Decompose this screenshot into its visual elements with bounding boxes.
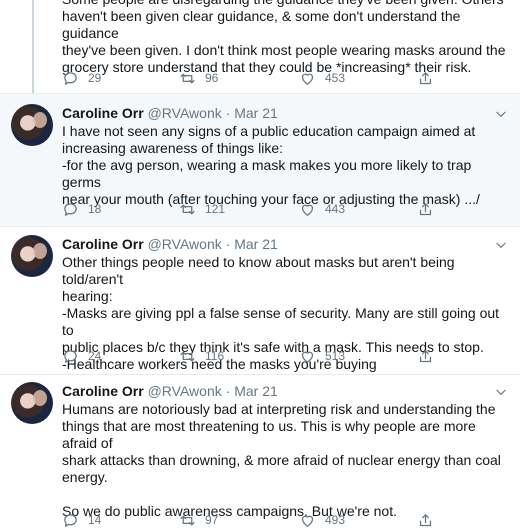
thread-line — [32, 0, 34, 93]
tweet[interactable]: Caroline Orr @RVAwonk · Mar 21 Humans ar… — [0, 375, 520, 527]
author-handle[interactable]: @RVAwonk — [148, 105, 222, 121]
tweet-actions: 29 96 453 — [62, 69, 502, 87]
reply-icon — [64, 349, 77, 363]
caret-down-icon[interactable] — [494, 107, 508, 121]
reply-count: 18 — [88, 202, 102, 216]
tweet-header: Caroline Orr @RVAwonk · Mar 21 — [62, 383, 278, 400]
share-icon — [419, 513, 432, 526]
reply-count: 29 — [88, 71, 102, 85]
like-count: 453 — [325, 71, 346, 85]
like-button[interactable]: 513 — [299, 347, 345, 365]
retweet-button[interactable]: 96 — [179, 69, 218, 87]
share-icon — [419, 202, 432, 215]
tweet[interactable]: Caroline Orr @RVAwonk · Mar 21 I have no… — [0, 94, 520, 226]
retweet-count: 116 — [205, 349, 225, 363]
avatar[interactable] — [11, 104, 53, 146]
like-icon — [301, 204, 314, 216]
author-handle[interactable]: @RVAwonk — [148, 236, 222, 252]
share-button[interactable] — [417, 511, 434, 529]
like-icon — [301, 351, 314, 363]
reply-button[interactable]: 24 — [62, 347, 101, 365]
tweet-actions: 18 121 443 — [62, 200, 502, 218]
reply-icon — [64, 513, 77, 527]
author-handle[interactable]: @RVAwonk — [148, 383, 222, 399]
share-button[interactable] — [417, 347, 434, 365]
like-button[interactable]: 443 — [299, 200, 345, 218]
caret-down-icon[interactable] — [494, 238, 508, 252]
share-icon — [419, 349, 432, 362]
retweet-icon — [180, 515, 195, 525]
reply-button[interactable]: 18 — [62, 200, 101, 218]
retweet-icon — [180, 351, 195, 361]
reply-count: 24 — [88, 349, 102, 363]
tweet-actions: 14 97 493 — [62, 511, 502, 529]
avatar[interactable] — [11, 235, 53, 277]
dot-separator: · — [225, 105, 231, 121]
like-icon — [301, 515, 314, 527]
retweet-button[interactable]: 97 — [179, 511, 218, 529]
avatar[interactable] — [11, 382, 53, 424]
retweet-button[interactable]: 116 — [179, 347, 224, 365]
tweet-header: Caroline Orr @RVAwonk · Mar 21 — [62, 105, 278, 122]
like-count: 493 — [325, 513, 346, 527]
reply-button[interactable]: 29 — [62, 69, 101, 87]
tweet[interactable]: Caroline Orr @RVAwonk · Mar 21 Other thi… — [0, 227, 520, 374]
retweet-count: 121 — [205, 202, 226, 216]
tweet-header: Caroline Orr @RVAwonk · Mar 21 — [62, 236, 278, 253]
share-button[interactable] — [417, 200, 434, 218]
dot-separator: · — [225, 383, 231, 399]
author-name[interactable]: Caroline Orr — [62, 236, 144, 252]
reply-icon — [64, 202, 77, 216]
tweet-date[interactable]: Mar 21 — [234, 383, 278, 399]
retweet-count: 96 — [205, 71, 219, 85]
tweet-date[interactable]: Mar 21 — [234, 105, 278, 121]
author-name[interactable]: Caroline Orr — [62, 383, 144, 399]
like-icon — [301, 73, 314, 85]
tweet-text: Humans are notoriously bad at interpreti… — [62, 401, 501, 519]
like-count: 443 — [325, 202, 346, 216]
tweet-date[interactable]: Mar 21 — [234, 236, 278, 252]
reply-button[interactable]: 14 — [62, 511, 101, 529]
retweet-button[interactable]: 121 — [179, 200, 225, 218]
dot-separator: · — [225, 236, 231, 252]
like-button[interactable]: 493 — [299, 511, 345, 529]
tweet[interactable]: Some people are disregarding the guidanc… — [0, 0, 520, 93]
reply-count: 14 — [88, 513, 102, 527]
tweet-actions: 24 116 513 — [62, 347, 502, 365]
like-button[interactable]: 453 — [299, 69, 345, 87]
tweet-text: Some people are disregarding the guidanc… — [62, 0, 506, 75]
share-icon — [419, 71, 432, 84]
caret-down-icon[interactable] — [494, 385, 508, 399]
share-button[interactable] — [417, 69, 434, 87]
retweet-count: 97 — [205, 513, 219, 527]
author-name[interactable]: Caroline Orr — [62, 105, 144, 121]
like-count: 513 — [325, 349, 346, 363]
retweet-icon — [180, 73, 195, 83]
reply-icon — [64, 71, 77, 85]
tweet-text: I have not seen any signs of a public ed… — [62, 123, 480, 207]
retweet-icon — [180, 204, 195, 214]
